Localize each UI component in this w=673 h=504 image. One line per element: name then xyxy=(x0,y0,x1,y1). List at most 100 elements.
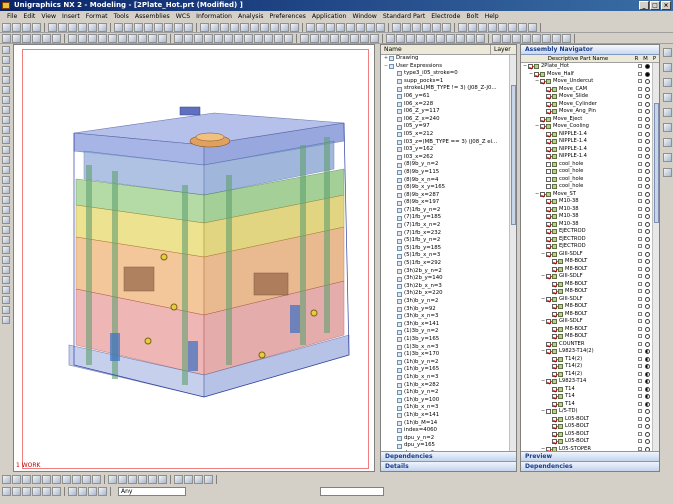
close-button[interactable]: × xyxy=(661,1,671,10)
tool-icon[interactable] xyxy=(2,286,10,294)
assembly-node[interactable]: − GIII-SDLF xyxy=(521,251,659,259)
assembly-node[interactable]: L05-BOLT xyxy=(521,438,659,446)
expression-item[interactable]: (8)9b_x_n=4 xyxy=(381,177,516,185)
visibility-checkbox[interactable] xyxy=(546,214,551,220)
tool-icon[interactable] xyxy=(52,475,61,484)
visibility-checkbox[interactable] xyxy=(552,334,557,340)
tool-icon[interactable] xyxy=(492,33,501,43)
expression-item[interactable]: (5)1fb_y=185 xyxy=(381,245,516,253)
visibility-checkbox[interactable] xyxy=(540,191,545,197)
tool-icon[interactable] xyxy=(260,22,269,32)
tool-icon[interactable] xyxy=(498,22,507,32)
tool-icon[interactable] xyxy=(244,33,253,43)
menu-bolt[interactable]: Bolt xyxy=(463,11,481,22)
tool-icon[interactable] xyxy=(476,33,485,43)
expression-item[interactable]: (7)1fb_x_n=2 xyxy=(381,222,516,230)
tool-icon[interactable] xyxy=(2,475,11,484)
tool-icon[interactable] xyxy=(124,22,133,32)
tool-icon[interactable] xyxy=(78,22,87,32)
tool-icon[interactable] xyxy=(22,475,31,484)
tool-icon[interactable] xyxy=(274,33,283,43)
tool-icon[interactable] xyxy=(518,22,527,32)
tool-icon[interactable] xyxy=(148,475,157,484)
tool-icon[interactable] xyxy=(12,475,21,484)
dependencies-bar-left[interactable]: Dependencies xyxy=(381,451,516,461)
assembly-node[interactable]: L05-BOLT xyxy=(521,416,659,424)
tool-icon[interactable] xyxy=(138,475,147,484)
tool-icon[interactable] xyxy=(2,96,10,104)
tool-icon[interactable] xyxy=(250,22,259,32)
tool-icon[interactable] xyxy=(340,33,349,43)
tool-icon[interactable] xyxy=(468,22,477,32)
visibility-checkbox[interactable] xyxy=(546,199,551,205)
expression-item[interactable]: I05_y=97 xyxy=(381,123,516,131)
expression-item[interactable]: + Drawing xyxy=(381,55,516,63)
menu-wcs[interactable]: WCS xyxy=(173,11,193,22)
p-column[interactable]: P xyxy=(650,55,659,62)
visibility-checkbox[interactable] xyxy=(546,244,551,250)
expression-item[interactable]: (1h)b_y_n=2 xyxy=(381,389,516,397)
tool-icon[interactable] xyxy=(210,22,219,32)
tool-icon[interactable] xyxy=(32,487,41,496)
tool-icon[interactable] xyxy=(310,33,319,43)
assembly-node[interactable]: Move_Eject xyxy=(521,116,659,124)
visibility-checkbox[interactable] xyxy=(546,206,551,212)
tool-icon[interactable] xyxy=(2,226,10,234)
tool-icon[interactable] xyxy=(58,22,67,32)
visibility-checkbox[interactable] xyxy=(546,154,551,160)
tool-icon[interactable] xyxy=(528,22,537,32)
tool-icon[interactable] xyxy=(2,186,10,194)
visibility-checkbox[interactable] xyxy=(546,109,551,115)
resource-tab-icon[interactable] xyxy=(662,108,672,117)
visibility-checkbox[interactable] xyxy=(540,124,545,130)
menu-view[interactable]: View xyxy=(38,11,59,22)
tool-icon[interactable] xyxy=(2,116,10,124)
tool-icon[interactable] xyxy=(360,33,369,43)
tool-icon[interactable] xyxy=(42,33,51,43)
expression-item[interactable]: (7)1fb_x=232 xyxy=(381,230,516,238)
visibility-checkbox[interactable] xyxy=(552,259,557,265)
visibility-checkbox[interactable] xyxy=(546,349,551,355)
tool-icon[interactable] xyxy=(522,33,531,43)
tool-icon[interactable] xyxy=(88,487,97,496)
visibility-checkbox[interactable] xyxy=(552,416,557,422)
assembly-node[interactable]: M10-38 xyxy=(521,213,659,221)
expression-item[interactable]: (3h)b_x=141 xyxy=(381,321,516,329)
tool-icon[interactable] xyxy=(488,22,497,32)
tool-icon[interactable] xyxy=(386,33,395,43)
visibility-checkbox[interactable] xyxy=(552,364,557,370)
tool-icon[interactable] xyxy=(114,22,123,32)
tool-icon[interactable] xyxy=(2,256,10,264)
tool-icon[interactable] xyxy=(316,22,325,32)
menu-assemblies[interactable]: Assemblies xyxy=(132,11,173,22)
expression-item[interactable]: (3h)2b_x=220 xyxy=(381,290,516,298)
assembly-node[interactable]: cool_hole xyxy=(521,183,659,191)
menu-standard-part[interactable]: Standard Part xyxy=(380,11,428,22)
visibility-checkbox[interactable] xyxy=(552,371,557,377)
visibility-checkbox[interactable] xyxy=(552,281,557,287)
expression-item[interactable]: strokeL(MB_TYPE != 3) (J08_Z-J0... xyxy=(381,85,516,93)
tool-icon[interactable] xyxy=(184,22,193,32)
tool-icon[interactable] xyxy=(2,216,10,224)
visibility-checkbox[interactable] xyxy=(546,251,551,257)
expression-item[interactable]: I03_z=(MB_TYPE == 3) (J08_Z el... xyxy=(381,139,516,147)
tool-icon[interactable] xyxy=(280,22,289,32)
tool-icon[interactable] xyxy=(436,33,445,43)
visibility-checkbox[interactable] xyxy=(552,311,557,317)
tool-icon[interactable] xyxy=(412,22,421,32)
visibility-checkbox[interactable] xyxy=(552,431,557,437)
expression-item[interactable]: supp_pocks=1 xyxy=(381,78,516,86)
expression-item[interactable]: (3h)2b_y_n=2 xyxy=(381,268,516,276)
expression-item[interactable]: (3h)2b_y=140 xyxy=(381,275,516,283)
name-column-header[interactable]: Name xyxy=(381,45,490,54)
tool-icon[interactable] xyxy=(458,22,467,32)
tool-icon[interactable] xyxy=(138,33,147,43)
tool-icon[interactable] xyxy=(254,33,263,43)
expression-item[interactable]: (1)3b_x=170 xyxy=(381,351,516,359)
tool-icon[interactable] xyxy=(2,166,10,174)
part-name-column[interactable]: Descriptive Part Name xyxy=(521,55,632,62)
tool-icon[interactable] xyxy=(2,136,10,144)
tool-icon[interactable] xyxy=(108,33,117,43)
menu-edit[interactable]: Edit xyxy=(20,11,38,22)
assembly-node[interactable]: T14 xyxy=(521,393,659,401)
